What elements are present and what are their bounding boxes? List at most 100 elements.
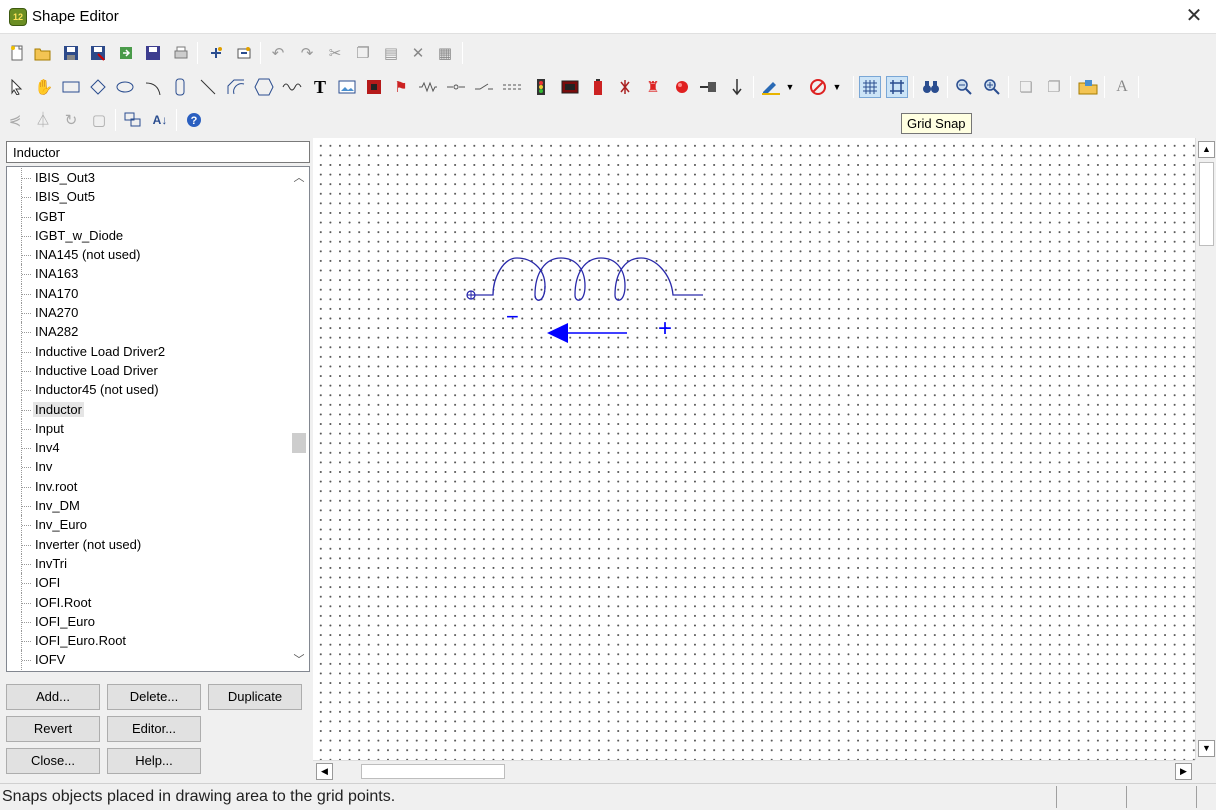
- insert-image-icon[interactable]: [1077, 76, 1099, 98]
- tree-item[interactable]: IOFI.Root: [7, 592, 291, 613]
- scroll-left-icon[interactable]: ◀: [316, 763, 333, 780]
- redo-icon[interactable]: ↷: [296, 42, 318, 64]
- tree-item[interactable]: IBIS_Out3: [7, 168, 291, 188]
- save-all-icon[interactable]: [142, 42, 164, 64]
- tree-item[interactable]: Inv_Euro: [7, 515, 291, 535]
- font-icon[interactable]: A: [1111, 76, 1133, 98]
- tree-scroll-down-icon[interactable]: ﹀: [291, 652, 307, 668]
- editor-button[interactable]: Editor...: [107, 716, 201, 742]
- undo-icon[interactable]: ↶: [267, 42, 289, 64]
- delete-icon[interactable]: ✕: [407, 42, 429, 64]
- tree-item[interactable]: Inv.root: [7, 476, 291, 497]
- line-color-dropdown-icon[interactable]: ▼: [784, 76, 796, 98]
- close-button[interactable]: Close...: [6, 748, 100, 774]
- text-tool-icon[interactable]: T: [309, 76, 331, 98]
- wire-icon[interactable]: [445, 76, 467, 98]
- scroll-right-icon[interactable]: ▶: [1175, 763, 1192, 780]
- inductor-shape[interactable]: − +: [313, 138, 1195, 760]
- node-dot-icon[interactable]: [671, 76, 693, 98]
- tree-item[interactable]: IOFI: [7, 573, 291, 593]
- scroll-down-icon[interactable]: ▼: [1198, 740, 1215, 757]
- rounded-rect-icon[interactable]: [169, 76, 191, 98]
- traffic-light-icon[interactable]: [530, 76, 552, 98]
- bring-front-icon[interactable]: ❏: [1015, 76, 1037, 98]
- arc-icon[interactable]: [142, 76, 164, 98]
- ic-chip-icon[interactable]: [559, 76, 581, 98]
- resize-grip-icon[interactable]: [1196, 786, 1197, 808]
- duplicate-button[interactable]: Duplicate: [208, 684, 302, 710]
- tree-item[interactable]: INA282: [7, 322, 291, 342]
- tree-item[interactable]: Inductive Load Driver2: [7, 341, 291, 362]
- pin-marker-icon[interactable]: ♜: [642, 76, 664, 98]
- drawing-canvas[interactable]: − +: [313, 138, 1195, 760]
- select-arrow-icon[interactable]: [6, 76, 28, 98]
- frame-icon[interactable]: ▢: [88, 109, 110, 131]
- line-icon[interactable]: [197, 76, 219, 98]
- grid-snap-icon[interactable]: [886, 76, 908, 98]
- fill-color-dropdown-icon[interactable]: ▼: [831, 76, 843, 98]
- resistor-icon[interactable]: [417, 76, 439, 98]
- add-pin-icon[interactable]: [205, 42, 227, 64]
- tree-item[interactable]: IOFI_Euro.Root: [7, 631, 291, 651]
- tree-item[interactable]: Inv4: [7, 438, 291, 458]
- battery-icon[interactable]: [587, 76, 609, 98]
- canvas-vscrollbar[interactable]: ▲ ▼: [1195, 138, 1216, 760]
- component-block-icon[interactable]: [363, 76, 385, 98]
- canvas-hscroll-thumb[interactable]: [361, 764, 505, 779]
- ground-arrow-icon[interactable]: [726, 76, 748, 98]
- tree-item[interactable]: Inv: [7, 457, 291, 478]
- hexagon-icon[interactable]: [253, 76, 275, 98]
- ellipse-icon[interactable]: [114, 76, 136, 98]
- tree-item[interactable]: INA270: [7, 303, 291, 323]
- add-button[interactable]: Add...: [6, 684, 100, 710]
- tree-item[interactable]: INA145 (not used): [7, 245, 291, 265]
- tree-item[interactable]: Input: [7, 418, 291, 439]
- show-grid-icon[interactable]: [859, 76, 881, 98]
- canvas-hscrollbar[interactable]: ◀ ▶: [313, 760, 1195, 781]
- properties-icon[interactable]: ▦: [434, 42, 456, 64]
- switch-icon[interactable]: [473, 76, 495, 98]
- tree-item[interactable]: Inductor45 (not used): [7, 380, 291, 400]
- group-icon[interactable]: [122, 109, 144, 131]
- add-pin-box-icon[interactable]: [233, 42, 255, 64]
- tree-item[interactable]: IGBT_w_Diode: [7, 225, 291, 246]
- tree-item[interactable]: Inverter (not used): [7, 534, 291, 555]
- print-icon[interactable]: [170, 42, 192, 64]
- rotate-icon[interactable]: ↻: [60, 109, 82, 131]
- tree-scrollbar[interactable]: ︿ ﹀: [289, 167, 309, 671]
- shape-tree[interactable]: IBIS_Out3 IBIS_Out5 IGBT IGBT_w_Diode INA145…: [6, 166, 310, 672]
- tree-item[interactable]: INA170: [7, 283, 291, 304]
- close-window-button[interactable]: ✕: [1182, 4, 1206, 28]
- tree-item[interactable]: IOFI_Euro: [7, 611, 291, 632]
- paste-icon[interactable]: ▤: [380, 42, 402, 64]
- zoom-out-icon[interactable]: [953, 76, 975, 98]
- copy-icon[interactable]: ❐: [352, 42, 374, 64]
- align-left-icon[interactable]: ⋞: [4, 109, 26, 131]
- save-as-icon[interactable]: [87, 42, 109, 64]
- tree-item[interactable]: Inductor: [7, 399, 291, 420]
- tree-item[interactable]: Inductive Load Driver: [7, 360, 291, 381]
- revert-button[interactable]: Revert: [6, 716, 100, 742]
- line-color-icon[interactable]: [760, 76, 782, 98]
- canvas-vscroll-thumb[interactable]: [1199, 162, 1214, 246]
- tree-item[interactable]: IGBT: [7, 206, 291, 227]
- send-back-icon[interactable]: ❐: [1043, 76, 1065, 98]
- find-binoculars-icon[interactable]: [920, 76, 942, 98]
- tree-item[interactable]: IBIS_Out5: [7, 187, 291, 207]
- shape-search-input[interactable]: Inductor: [6, 141, 310, 163]
- scroll-up-icon[interactable]: ▲: [1198, 141, 1215, 158]
- delete-button[interactable]: Delete...: [107, 684, 201, 710]
- tree-scroll-thumb[interactable]: [292, 433, 306, 453]
- port-icon[interactable]: [698, 76, 720, 98]
- image-icon[interactable]: [336, 76, 358, 98]
- flag-icon[interactable]: ⚑: [390, 76, 412, 98]
- help-circle-icon[interactable]: ?: [183, 109, 205, 131]
- open-icon[interactable]: [32, 42, 54, 64]
- flip-icon[interactable]: ⏃: [32, 109, 54, 131]
- tree-item[interactable]: INA163: [7, 264, 291, 285]
- fill-color-icon[interactable]: [807, 76, 829, 98]
- transistor-icon[interactable]: [614, 76, 636, 98]
- sort-az-icon[interactable]: A↓: [149, 109, 171, 131]
- tree-item[interactable]: InvTri: [7, 553, 291, 574]
- rectangle-icon[interactable]: [60, 76, 82, 98]
